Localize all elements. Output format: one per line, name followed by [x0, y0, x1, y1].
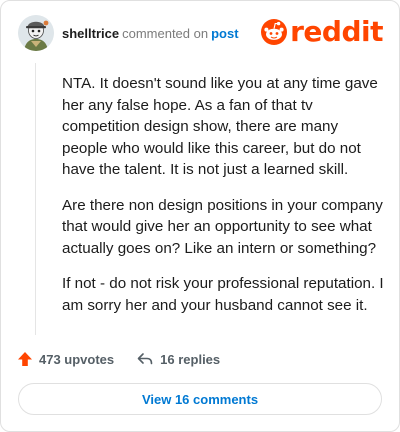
comment-paragraph: If not - do not risk your professional r…: [62, 275, 384, 314]
comment-actions: 473 upvotes 16 replies: [17, 347, 220, 371]
comment-body: NTA. It doesn't sound like you at any ti…: [62, 73, 384, 330]
comment-paragraph: NTA. It doesn't sound like you at any ti…: [62, 75, 378, 178]
action-text: commented on: [122, 26, 209, 41]
username-link[interactable]: shelltrice: [62, 26, 119, 41]
reply-count: 16 replies: [160, 351, 221, 367]
reddit-logo-icon: [261, 19, 288, 45]
view-comments-button[interactable]: View 16 comments: [18, 383, 382, 415]
comment-meta: shelltrice commented on post: [62, 26, 239, 41]
comment-header: shelltrice commented on post reddit: [17, 15, 383, 55]
comment-paragraph: Are there non design positions in your c…: [62, 196, 383, 257]
avatar[interactable]: [18, 15, 54, 51]
reddit-brand[interactable]: reddit: [261, 17, 383, 47]
reply-arrow-icon: [137, 353, 153, 365]
replies-button[interactable]: 16 replies: [136, 351, 220, 367]
avatar-icon: [18, 15, 54, 51]
comment-card: shelltrice commented on post reddit NTA. I…: [0, 0, 400, 432]
upvote-count: 473 upvotes: [39, 351, 115, 367]
thread-line[interactable]: [35, 63, 36, 335]
upvote-button[interactable]: 473 upvotes: [17, 351, 114, 367]
post-link[interactable]: post: [211, 26, 238, 41]
reddit-wordmark: reddit: [290, 15, 383, 48]
upvote-arrow-icon: [18, 352, 32, 366]
